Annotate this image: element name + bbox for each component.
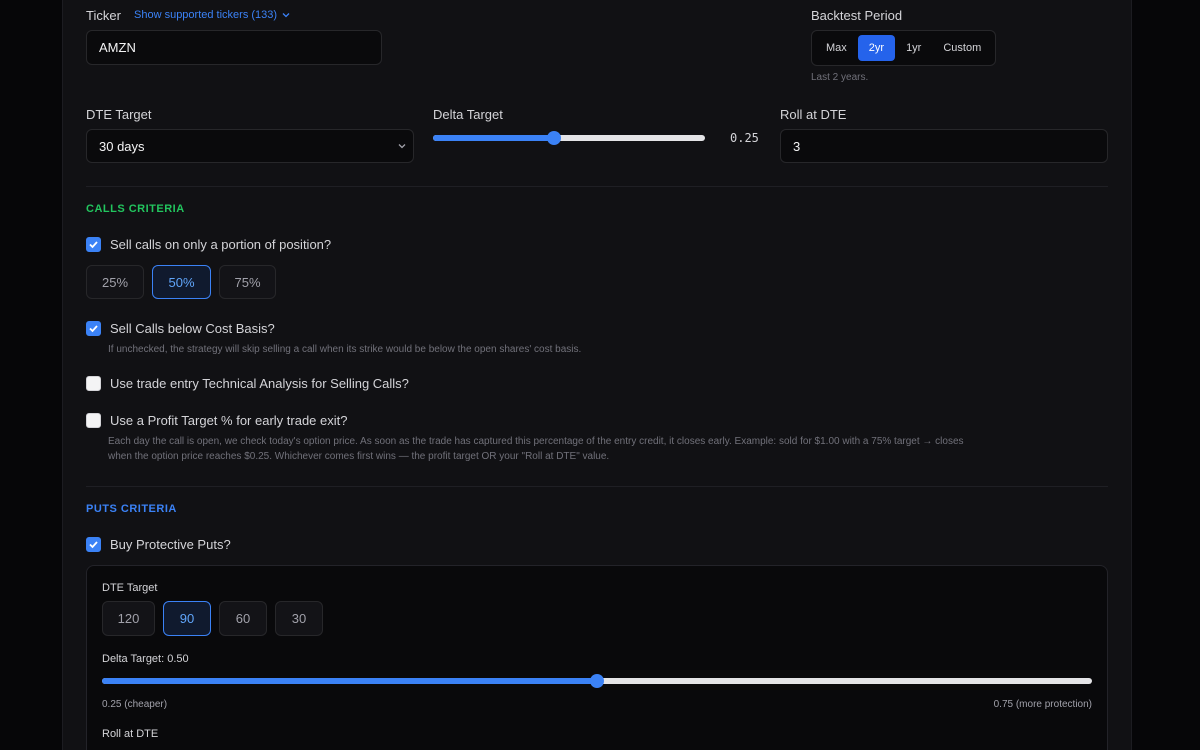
technical-checkbox-label: Use trade entry Technical Analysis for S… bbox=[110, 376, 409, 391]
ticker-input[interactable]: AMZN bbox=[86, 30, 382, 65]
below-cost-checkbox-row[interactable]: Sell Calls below Cost Basis? bbox=[86, 321, 275, 336]
section-divider bbox=[86, 486, 1108, 487]
calls-criteria-title: CALLS CRITERIA bbox=[86, 203, 185, 215]
chevron-down-icon bbox=[282, 13, 290, 18]
check-icon bbox=[89, 325, 98, 333]
dte-target-label: DTE Target bbox=[86, 107, 152, 122]
puts-dte-option-30[interactable]: 30 bbox=[275, 601, 323, 636]
puts-delta-min-label: 0.25 (cheaper) bbox=[102, 699, 168, 710]
backtest-option-custom[interactable]: Custom bbox=[932, 35, 992, 61]
backtest-period-selector: Max 2yr 1yr Custom bbox=[811, 30, 997, 66]
below-cost-checkbox[interactable] bbox=[86, 321, 101, 336]
portion-option-50[interactable]: 50% bbox=[152, 265, 211, 299]
show-tickers-link[interactable]: Show supported tickers (133) bbox=[134, 9, 291, 21]
backtest-period-label: Backtest Period bbox=[811, 8, 903, 23]
backtest-period-hint: Last 2 years. bbox=[811, 72, 869, 83]
backtest-option-1yr[interactable]: 1yr bbox=[895, 35, 932, 61]
puts-dte-option-120[interactable]: 120 bbox=[102, 601, 155, 636]
check-icon bbox=[89, 541, 98, 549]
section-divider bbox=[86, 186, 1108, 187]
roll-at-dte-label: Roll at DTE bbox=[780, 107, 847, 122]
ticker-label: Ticker bbox=[86, 8, 121, 23]
show-tickers-link-text: Show supported tickers (133) bbox=[134, 9, 278, 21]
roll-at-dte-input[interactable]: 3 bbox=[780, 129, 1108, 163]
backtest-option-2yr[interactable]: 2yr bbox=[857, 35, 896, 61]
profit-target-description-line2: when the option price reaches $0.25. Whi… bbox=[108, 451, 610, 462]
protective-puts-checkbox-row[interactable]: Buy Protective Puts? bbox=[86, 537, 231, 552]
check-icon bbox=[89, 241, 98, 249]
portion-checkbox-label: Sell calls on only a portion of position… bbox=[110, 237, 332, 252]
puts-criteria-title: PUTS CRITERIA bbox=[86, 503, 177, 515]
profit-target-description-line1: Each day the call is open, we check toda… bbox=[108, 436, 964, 447]
puts-delta-slider[interactable] bbox=[102, 674, 1092, 688]
puts-dte-option-90[interactable]: 90 bbox=[163, 601, 211, 636]
portion-checkbox-row[interactable]: Sell calls on only a portion of position… bbox=[86, 237, 331, 252]
page-margin-right bbox=[1132, 0, 1200, 750]
below-cost-checkbox-label: Sell Calls below Cost Basis? bbox=[110, 321, 275, 336]
puts-delta-target-label: Delta Target: 0.50 bbox=[102, 653, 189, 665]
delta-target-label: Delta Target bbox=[433, 107, 503, 122]
backtest-option-max[interactable]: Max bbox=[815, 35, 858, 61]
page-margin-left bbox=[0, 0, 62, 750]
protective-puts-panel bbox=[86, 565, 1108, 750]
delta-target-slider-fill bbox=[433, 135, 554, 141]
profit-target-checkbox-label: Use a Profit Target % for early trade ex… bbox=[110, 413, 348, 428]
technical-checkbox[interactable] bbox=[86, 376, 101, 391]
delta-target-slider-thumb[interactable] bbox=[546, 131, 561, 145]
below-cost-description: If unchecked, the strategy will skip sel… bbox=[108, 344, 582, 355]
puts-roll-at-dte-label: Roll at DTE bbox=[102, 728, 159, 740]
portion-option-25[interactable]: 25% bbox=[86, 265, 144, 299]
portion-option-75[interactable]: 75% bbox=[219, 265, 276, 299]
profit-target-checkbox-row[interactable]: Use a Profit Target % for early trade ex… bbox=[86, 413, 347, 428]
puts-dte-option-60[interactable]: 60 bbox=[219, 601, 267, 636]
puts-delta-slider-thumb[interactable] bbox=[590, 674, 604, 688]
chevron-down-icon bbox=[398, 144, 406, 149]
puts-delta-slider-fill bbox=[102, 678, 597, 684]
dte-target-value: 30 days bbox=[99, 138, 145, 154]
dte-target-select[interactable]: 30 days bbox=[86, 129, 414, 163]
protective-puts-checkbox-label: Buy Protective Puts? bbox=[110, 537, 231, 552]
delta-target-value: 0.25 bbox=[730, 131, 759, 145]
delta-target-slider[interactable] bbox=[433, 131, 705, 145]
puts-delta-max-label: 0.75 (more protection) bbox=[993, 699, 1092, 710]
protective-puts-checkbox[interactable] bbox=[86, 537, 101, 552]
portion-checkbox[interactable] bbox=[86, 237, 101, 252]
technical-checkbox-row[interactable]: Use trade entry Technical Analysis for S… bbox=[86, 376, 409, 391]
puts-dte-target-label: DTE Target bbox=[102, 582, 158, 594]
profit-target-checkbox[interactable] bbox=[86, 413, 101, 428]
